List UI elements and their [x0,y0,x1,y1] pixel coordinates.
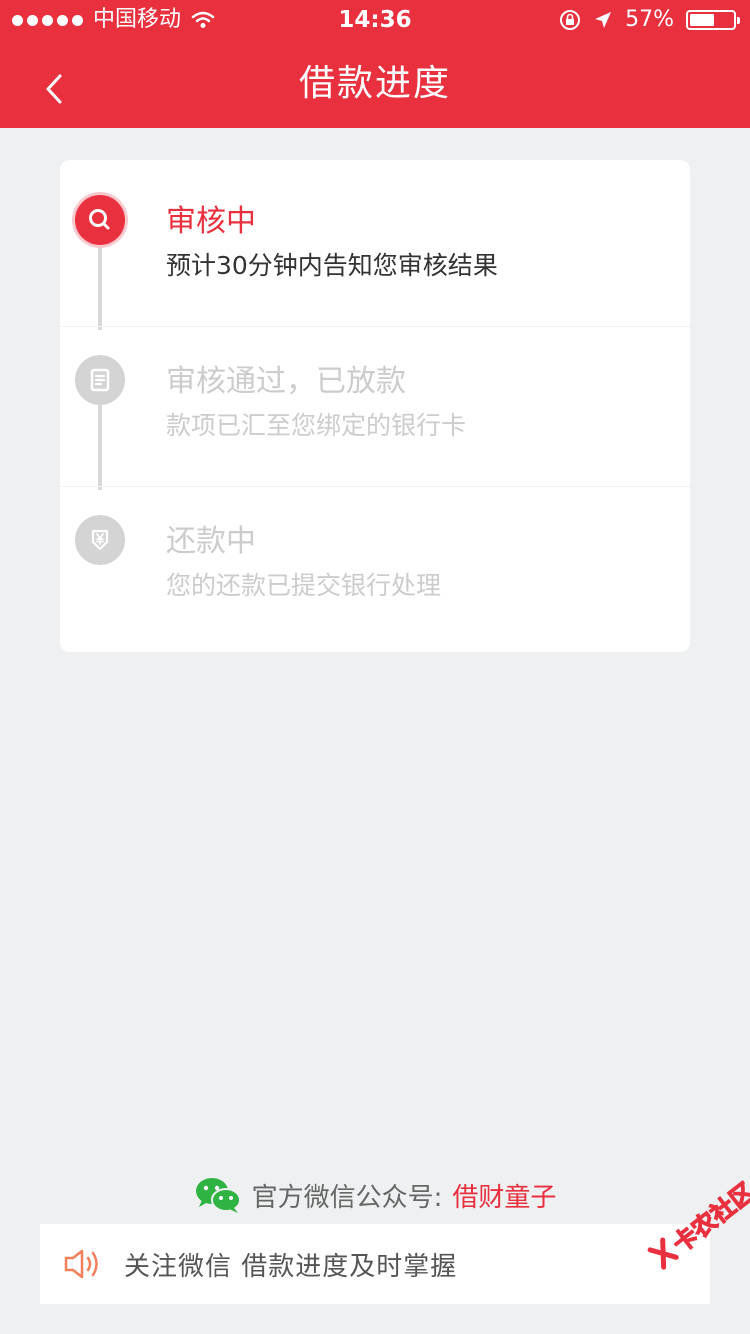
location-arrow-icon [595,12,612,28]
header-bar: 中国移动 14:36 57% 借款进度 [0,0,750,128]
wechat-label: 官方微信公众号: [251,1182,443,1213]
search-icon [75,195,125,245]
speaker-icon [64,1249,98,1279]
step-description: 您的还款已提交银行处理 [166,571,442,600]
notice-text: 关注微信 借款进度及时掌握 [124,1251,458,1282]
step-title: 审核通过，已放款 [166,364,406,399]
rotation-lock-icon [560,10,581,30]
step-description: 预计30分钟内告知您审核结果 [166,251,498,280]
yen-down-icon [75,515,125,565]
progress-card: 审核中 预计30分钟内告知您审核结果 审核通过，已放款 款项已汇至您绑定的银行卡… [60,160,690,652]
wechat-icon [195,1178,241,1213]
wechat-official-account[interactable]: 官方微信公众号: 借财童子 [0,1172,750,1218]
step-approved: 审核通过，已放款 款项已汇至您绑定的银行卡 [60,320,690,480]
step-title: 审核中 [166,204,256,239]
status-bar: 中国移动 14:36 57% [0,0,750,40]
step-reviewing: 审核中 预计30分钟内告知您审核结果 [60,160,690,320]
battery-icon [686,10,740,30]
step-description: 款项已汇至您绑定的银行卡 [166,411,467,440]
battery-percent: 57% [625,7,674,32]
follow-notice[interactable]: 关注微信 借款进度及时掌握 [40,1224,710,1304]
wechat-account-name[interactable]: 借财童子 [452,1177,556,1214]
page-title: 借款进度 [298,63,451,104]
step-repaying: 还款中 您的还款已提交银行处理 [60,480,690,640]
document-icon [75,355,125,405]
step-title: 还款中 [166,524,256,559]
